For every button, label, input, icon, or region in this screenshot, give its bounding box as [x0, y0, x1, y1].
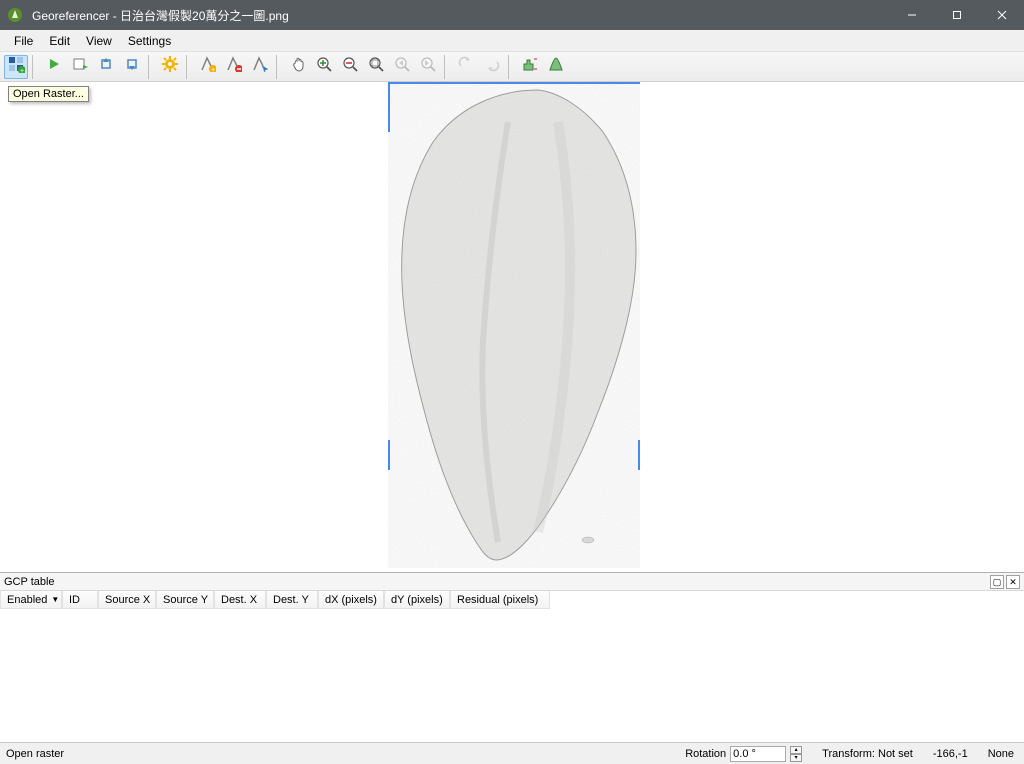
- window-title: Georeferencer - 日治台灣假製20萬分之一圖.png: [30, 7, 889, 24]
- histogram-icon: [522, 56, 538, 77]
- col-source-y[interactable]: Source Y: [156, 591, 214, 609]
- panel-close-button[interactable]: ✕: [1006, 575, 1020, 589]
- open-raster-icon: +: [7, 55, 25, 78]
- gcp-table-panel: GCP table ▢ ✕ Enabled▼ ID Source X Sourc…: [0, 572, 1024, 742]
- load-gcp-icon: [98, 56, 114, 77]
- play-icon: [46, 56, 62, 77]
- col-residual[interactable]: Residual (pixels): [450, 591, 550, 609]
- transform-status: Transform: Not set: [818, 748, 917, 760]
- chevron-up-icon[interactable]: ▴: [790, 746, 802, 754]
- link-georef-icon: [458, 56, 474, 77]
- col-dest-x[interactable]: Dest. X: [214, 591, 266, 609]
- minimize-button[interactable]: [889, 0, 934, 30]
- link-georef-button[interactable]: [454, 55, 478, 79]
- pan-icon: [290, 56, 306, 77]
- generate-script-button[interactable]: [68, 55, 92, 79]
- script-icon: [72, 56, 88, 77]
- app-icon: [0, 7, 30, 23]
- local-histogram-button[interactable]: [544, 55, 568, 79]
- status-message: Open raster: [6, 748, 669, 760]
- save-gcp-icon: [124, 56, 140, 77]
- zoom-last-button[interactable]: [390, 55, 414, 79]
- delete-point-icon: [226, 56, 242, 77]
- zoom-next-button[interactable]: [416, 55, 440, 79]
- rotation-label: Rotation: [685, 748, 726, 760]
- gcp-table-columns: Enabled▼ ID Source X Source Y Dest. X De…: [0, 591, 1024, 609]
- menu-file[interactable]: File: [6, 32, 41, 50]
- zoom-to-layer-button[interactable]: [364, 55, 388, 79]
- raster-extent-frame: [388, 82, 640, 568]
- tooltip-open-raster: Open Raster...: [8, 86, 89, 102]
- col-dest-y[interactable]: Dest. Y: [266, 591, 318, 609]
- add-point-button[interactable]: +: [196, 55, 220, 79]
- coords-status: -166,-1: [929, 748, 972, 760]
- col-id[interactable]: ID: [62, 591, 98, 609]
- panel-float-button[interactable]: ▢: [990, 575, 1004, 589]
- link-qgis-icon: [484, 56, 500, 77]
- zoom-layer-icon: [368, 56, 384, 77]
- open-raster-button[interactable]: +: [4, 55, 28, 79]
- save-gcp-button[interactable]: [120, 55, 144, 79]
- pan-button[interactable]: [286, 55, 310, 79]
- zoom-last-icon: [394, 56, 410, 77]
- col-dx[interactable]: dX (pixels): [318, 591, 384, 609]
- gcp-table-header: GCP table ▢ ✕: [0, 573, 1024, 591]
- menubar: File Edit View Settings: [0, 30, 1024, 52]
- zoom-out-button[interactable]: [338, 55, 362, 79]
- rotation-control: Rotation ▴ ▾: [681, 746, 806, 762]
- chevron-down-icon[interactable]: ▾: [790, 754, 802, 762]
- zoom-in-button[interactable]: [312, 55, 336, 79]
- move-point-button[interactable]: [248, 55, 272, 79]
- full-histogram-button[interactable]: [518, 55, 542, 79]
- window-controls: [889, 0, 1024, 30]
- svg-text:+: +: [20, 68, 24, 73]
- zoom-next-icon: [420, 56, 436, 77]
- chevron-down-icon: ▼: [51, 595, 59, 604]
- close-button[interactable]: [979, 0, 1024, 30]
- zoom-out-icon: [342, 56, 358, 77]
- gear-icon: [162, 56, 178, 77]
- gcp-table-title: GCP table: [4, 576, 55, 588]
- rotation-spinner[interactable]: ▴ ▾: [790, 746, 802, 762]
- transform-settings-button[interactable]: [158, 55, 182, 79]
- load-gcp-button[interactable]: [94, 55, 118, 79]
- start-georef-button[interactable]: [42, 55, 66, 79]
- extra-status: None: [984, 748, 1018, 760]
- delete-point-button[interactable]: [222, 55, 246, 79]
- map-canvas[interactable]: Open Raster...: [0, 82, 1024, 572]
- menu-view[interactable]: View: [78, 32, 120, 50]
- col-dy[interactable]: dY (pixels): [384, 591, 450, 609]
- maximize-button[interactable]: [934, 0, 979, 30]
- histogram-stretch-icon: [548, 56, 564, 77]
- rotation-input[interactable]: [730, 746, 786, 762]
- zoom-in-icon: [316, 56, 332, 77]
- raster-image: [388, 82, 640, 568]
- link-qgis-button[interactable]: [480, 55, 504, 79]
- gcp-table-body[interactable]: [0, 609, 1024, 742]
- statusbar: Open raster Rotation ▴ ▾ Transform: Not …: [0, 742, 1024, 764]
- toolbar: + +: [0, 52, 1024, 82]
- svg-text:+: +: [211, 67, 215, 72]
- move-point-icon: [252, 56, 268, 77]
- add-point-icon: +: [200, 56, 216, 77]
- menu-settings[interactable]: Settings: [120, 32, 179, 50]
- window-titlebar: Georeferencer - 日治台灣假製20萬分之一圖.png: [0, 0, 1024, 30]
- col-enabled[interactable]: Enabled▼: [0, 591, 62, 609]
- col-source-x[interactable]: Source X: [98, 591, 156, 609]
- menu-edit[interactable]: Edit: [41, 32, 78, 50]
